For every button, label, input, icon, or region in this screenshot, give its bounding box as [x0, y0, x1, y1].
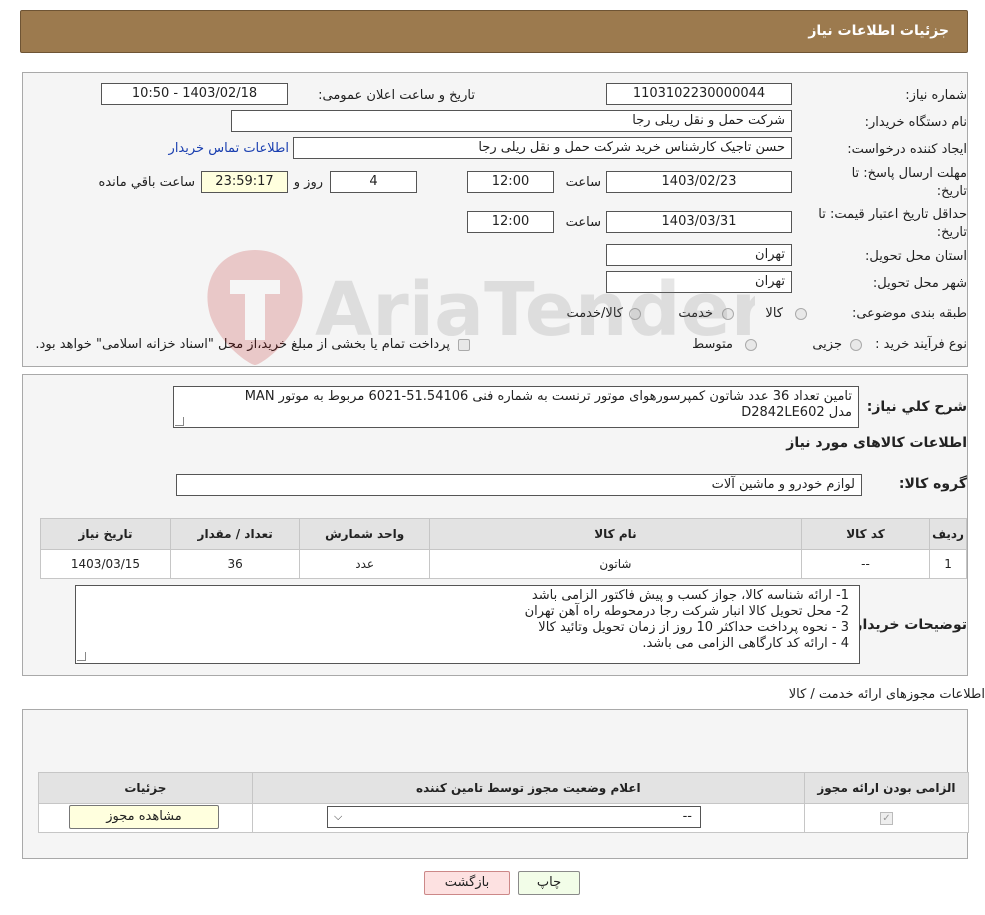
- summary-text-line2: مدل D2842LE602: [741, 405, 852, 420]
- process-option-medium: متوسط: [692, 337, 733, 352]
- col-unit: واحد شمارش: [299, 518, 430, 550]
- buyer-notes-resize-handle[interactable]: [77, 652, 86, 661]
- deadline-time-field: 12:00: [467, 171, 554, 193]
- buyer-notes-label: توضیحات خریدار:: [848, 617, 967, 633]
- category-option-service: خدمت: [678, 306, 713, 321]
- process-option-minor: جزیی: [812, 337, 842, 352]
- category-radio-service[interactable]: [722, 308, 734, 320]
- buyer-contact-link[interactable]: اطلاعات تماس خریدار: [169, 141, 289, 156]
- summary-textarea: تامین تعداد 36 عدد شاتون کمپرسورهوای موت…: [173, 386, 859, 428]
- validity-label-date: تاریخ:: [936, 225, 967, 240]
- announce-field: 1403/02/18 - 10:50: [101, 83, 288, 105]
- category-radio-goods-service[interactable]: [629, 308, 641, 320]
- permits-table-header-row: الزامی بودن ارائه مجوز اعلام وضعیت مجوز …: [38, 772, 970, 804]
- buyer-org-label: نام دستگاه خریدار:: [864, 115, 967, 130]
- category-label: طبقه بندی موضوعی:: [851, 306, 967, 321]
- summary-resize-handle[interactable]: [175, 417, 184, 426]
- province-label: استان محل تحویل:: [865, 249, 967, 264]
- validity-time-label: ساعت: [565, 215, 601, 230]
- buyer-note-line: 2- محل تحویل کالا انبار شرکت رجا درمحوطه…: [524, 604, 849, 619]
- permit-status-value: --: [682, 809, 692, 824]
- process-note: پرداخت تمام یا بخشی از مبلغ خرید،از محل …: [35, 337, 450, 352]
- cell-quantity: 36: [169, 549, 301, 579]
- validity-label: حداقل تاریخ اعتبار قیمت: تا: [818, 207, 967, 222]
- cell-unit: عدد: [299, 549, 430, 579]
- goods-info-title: اطلاعات کالاهای مورد نیاز: [786, 435, 967, 451]
- col-permit-required: الزامی بودن ارائه مجوز: [803, 772, 970, 804]
- cell-item-name: شاتون: [428, 549, 802, 579]
- cell-item-code: --: [800, 549, 931, 579]
- buyer-note-line: 3 - نحوه پرداخت حداکثر 10 روز از زمان تح…: [538, 620, 849, 635]
- remaining-time-label: ساعت باقي مانده: [98, 175, 195, 190]
- validity-date-field: 1403/03/31: [606, 211, 792, 233]
- goods-table-header-row: ردیف کد کالا نام کالا واحد شمارش تعداد /…: [40, 518, 967, 550]
- goods-table: ردیف کد کالا نام کالا واحد شمارش تعداد /…: [40, 518, 967, 579]
- need-number-label: شماره نیاز:: [905, 88, 967, 103]
- col-quantity: تعداد / مقدار: [169, 518, 301, 550]
- city-field: تهران: [606, 271, 792, 293]
- cell-row-number: 1: [929, 549, 967, 579]
- col-row-number: ردیف: [929, 518, 967, 550]
- deadline-time-label: ساعت: [565, 175, 601, 190]
- goods-group-label: گروه کالا:: [898, 476, 967, 492]
- col-permit-status: اعلام وضعیت مجوز توسط تامین کننده: [251, 772, 805, 804]
- category-option-goods: کالا: [765, 306, 783, 321]
- treasury-checkbox[interactable]: [458, 339, 470, 351]
- process-label: نوع فرآیند خرید :: [875, 337, 967, 352]
- table-row: 1 -- شاتون عدد 36 1403/03/15: [40, 549, 967, 579]
- process-radio-minor[interactable]: [850, 339, 862, 351]
- goods-group-field: لوازم خودرو و ماشین آلات: [176, 474, 862, 496]
- deadline-label: مهلت ارسال پاسخ: تا: [851, 166, 967, 181]
- category-radio-goods[interactable]: [795, 308, 807, 320]
- permit-required-checkbox: ✓: [879, 812, 893, 825]
- process-radio-medium[interactable]: [745, 339, 757, 351]
- buyer-note-line: 4 - ارائه کد کارگاهی الزامی می باشد.: [642, 636, 849, 651]
- announce-label: تاریخ و ساعت اعلان عمومی:: [318, 88, 475, 103]
- cell-permit-required: ✓: [803, 803, 970, 833]
- days-field: 4: [330, 171, 417, 193]
- permit-status-select[interactable]: ⌵ --: [327, 806, 701, 828]
- cell-need-date: 1403/03/15: [40, 549, 171, 579]
- days-label: روز و: [293, 175, 323, 190]
- summary-label: شرح کلي نیاز:: [866, 399, 967, 415]
- print-button[interactable]: چاپ: [518, 871, 580, 895]
- province-field: تهران: [606, 244, 792, 266]
- category-option-goods-service: کالا/خدمت: [566, 306, 623, 321]
- page-header: جزئیات اطلاعات نیاز: [20, 10, 968, 53]
- view-permit-button[interactable]: مشاهده مجوز: [69, 805, 219, 829]
- buyer-note-line: 1- ارائه شناسه کالا، جواز کسب و پیش فاکت…: [531, 588, 849, 603]
- chevron-down-icon: ⌵: [334, 810, 343, 823]
- buyer-org-field: شرکت حمل و نقل ریلی رجا: [231, 110, 792, 132]
- col-need-date: تاریخ نیاز: [40, 518, 171, 550]
- creator-field: حسن تاجیک کارشناس خرید شرکت حمل و نقل ری…: [293, 137, 792, 159]
- remaining-time-field: 23:59:17: [201, 171, 288, 193]
- buyer-notes-textarea: 1- ارائه شناسه کالا، جواز کسب و پیش فاکت…: [75, 585, 860, 664]
- col-item-name: نام کالا: [428, 518, 802, 550]
- city-label: شهر محل تحویل:: [872, 276, 967, 291]
- back-button[interactable]: بازگشت: [424, 871, 510, 895]
- summary-text-line1: تامین تعداد 36 عدد شاتون کمپرسورهوای موت…: [244, 389, 852, 404]
- col-permit-details: جزئیات: [38, 772, 253, 804]
- permits-section-title: اطلاعات مجوزهای ارائه خدمت / کالا: [788, 687, 985, 702]
- deadline-date-field: 1403/02/23: [606, 171, 792, 193]
- creator-label: ایجاد کننده درخواست:: [847, 142, 967, 157]
- page-title: جزئیات اطلاعات نیاز: [808, 23, 949, 39]
- validity-time-field: 12:00: [467, 211, 554, 233]
- need-number-field: 1103102230000044: [606, 83, 792, 105]
- deadline-label-date: تاریخ:: [936, 184, 967, 199]
- col-item-code: کد کالا: [800, 518, 931, 550]
